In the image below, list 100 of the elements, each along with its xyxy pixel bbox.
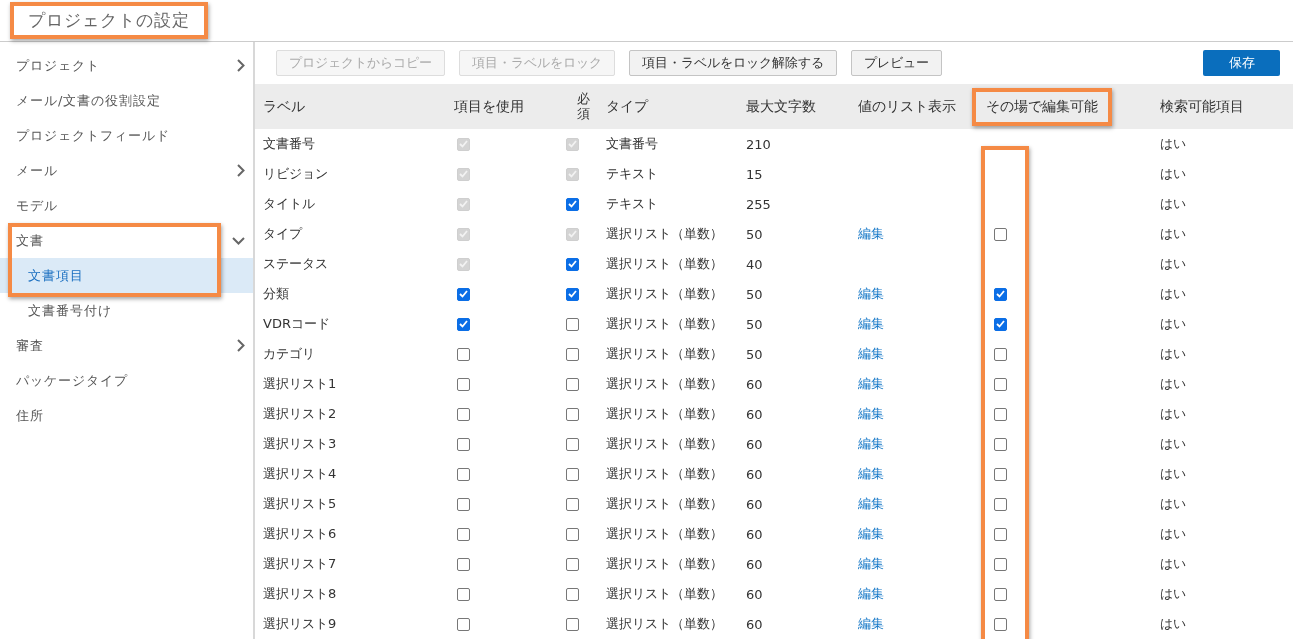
chevron-down-icon[interactable] bbox=[232, 236, 245, 245]
edit-link[interactable]: 編集 bbox=[858, 226, 884, 241]
checkbox[interactable] bbox=[566, 317, 579, 331]
edit-link[interactable]: 編集 bbox=[858, 346, 884, 361]
table-cell: ステータス bbox=[263, 255, 328, 273]
edit-link[interactable]: 編集 bbox=[858, 556, 884, 571]
checkbox[interactable] bbox=[457, 497, 470, 511]
table-cell: 選択リスト（単数） bbox=[606, 315, 723, 333]
checkbox[interactable] bbox=[994, 377, 1007, 391]
table-cell: 選択リスト（単数） bbox=[606, 615, 723, 633]
checkbox[interactable] bbox=[457, 287, 470, 301]
edit-link[interactable]: 編集 bbox=[858, 436, 884, 451]
table-cell: 選択リスト1 bbox=[263, 375, 337, 393]
edit-link[interactable]: 編集 bbox=[858, 586, 884, 601]
checkbox[interactable] bbox=[566, 497, 579, 511]
sidebar-item[interactable]: 審査 bbox=[0, 328, 253, 363]
column-header: 検索可能項目 bbox=[1160, 97, 1244, 116]
checkbox[interactable] bbox=[566, 557, 579, 571]
table-cell: リビジョン bbox=[263, 165, 328, 183]
checkbox[interactable] bbox=[994, 227, 1007, 241]
sidebar-item[interactable]: モデル bbox=[0, 188, 253, 223]
edit-link[interactable]: 編集 bbox=[858, 526, 884, 541]
checkbox[interactable] bbox=[994, 287, 1007, 301]
checkbox[interactable] bbox=[457, 527, 470, 541]
checkbox[interactable] bbox=[994, 617, 1007, 631]
checkbox[interactable] bbox=[457, 317, 470, 331]
checkbox[interactable] bbox=[566, 527, 579, 541]
table-cell: 選択リスト3 bbox=[263, 435, 337, 453]
checkbox[interactable] bbox=[566, 287, 579, 301]
table-cell: 50 bbox=[746, 286, 763, 302]
sidebar-item-label: 審査 bbox=[16, 336, 44, 355]
sidebar-item[interactable]: メール bbox=[0, 153, 253, 188]
checkbox[interactable] bbox=[566, 587, 579, 601]
sidebar-subitem[interactable]: 文書項目 bbox=[0, 258, 253, 293]
sidebar-item[interactable]: パッケージタイプ bbox=[0, 363, 253, 398]
checkbox[interactable] bbox=[994, 347, 1007, 361]
table-cell: 選択リスト9 bbox=[263, 615, 337, 633]
checkbox[interactable] bbox=[994, 497, 1007, 511]
table-cell: テキスト bbox=[606, 165, 658, 183]
table-cell: 選択リスト2 bbox=[263, 405, 337, 423]
checkbox[interactable] bbox=[994, 587, 1007, 601]
checkbox[interactable] bbox=[457, 437, 470, 451]
checkbox[interactable] bbox=[994, 407, 1007, 421]
checkbox[interactable] bbox=[994, 317, 1007, 331]
chevron-right-icon[interactable] bbox=[237, 339, 245, 352]
checkbox[interactable] bbox=[457, 377, 470, 391]
sidebar-item[interactable]: プロジェクト bbox=[0, 48, 253, 83]
table-cell: はい bbox=[1160, 345, 1186, 363]
checkbox[interactable] bbox=[457, 557, 470, 571]
chevron-right-icon[interactable] bbox=[237, 59, 245, 72]
column-header: 項目を使用 bbox=[454, 97, 524, 116]
checkbox[interactable] bbox=[457, 617, 470, 631]
sidebar-item-label: プロジェクト bbox=[16, 56, 100, 75]
table-cell: はい bbox=[1160, 615, 1186, 633]
toolbar-button[interactable]: 項目・ラベルをロック解除する bbox=[629, 50, 837, 76]
table-cell: はい bbox=[1160, 315, 1186, 333]
checkbox[interactable] bbox=[457, 407, 470, 421]
sidebar-item-label: 住所 bbox=[16, 406, 44, 425]
checkbox[interactable] bbox=[566, 437, 579, 451]
checkbox[interactable] bbox=[994, 467, 1007, 481]
checkbox[interactable] bbox=[566, 377, 579, 391]
sidebar-item[interactable]: メール/文書の役割設定 bbox=[0, 83, 253, 118]
edit-link[interactable]: 編集 bbox=[858, 316, 884, 331]
sidebar-subitem[interactable]: 文書番号付け bbox=[0, 293, 253, 328]
table-cell: はい bbox=[1160, 435, 1186, 453]
edit-link[interactable]: 編集 bbox=[858, 376, 884, 391]
edit-link[interactable]: 編集 bbox=[858, 616, 884, 631]
table-cell: 文書番号 bbox=[606, 135, 658, 153]
checkbox[interactable] bbox=[994, 437, 1007, 451]
table-cell: はい bbox=[1160, 195, 1186, 213]
checkbox[interactable] bbox=[457, 467, 470, 481]
sidebar-item[interactable]: プロジェクトフィールド bbox=[0, 118, 253, 153]
edit-link[interactable]: 編集 bbox=[858, 286, 884, 301]
checkbox[interactable] bbox=[994, 557, 1007, 571]
table-cell: 60 bbox=[746, 586, 763, 602]
table-cell: 選択リスト（単数） bbox=[606, 285, 723, 303]
table-cell: タイトル bbox=[263, 195, 315, 213]
table-cell: 分類 bbox=[263, 285, 289, 303]
sidebar-item-label: プロジェクトフィールド bbox=[16, 126, 170, 145]
checkbox[interactable] bbox=[566, 407, 579, 421]
toolbar-button[interactable]: プレビュー bbox=[851, 50, 942, 76]
table-cell: はい bbox=[1160, 225, 1186, 243]
sidebar-item[interactable]: 文書 bbox=[0, 223, 253, 258]
checkbox[interactable] bbox=[457, 347, 470, 361]
checkbox[interactable] bbox=[566, 197, 579, 211]
checkbox[interactable] bbox=[566, 257, 579, 271]
edit-link[interactable]: 編集 bbox=[858, 496, 884, 511]
table-cell: 選択リスト（単数） bbox=[606, 465, 723, 483]
checkbox[interactable] bbox=[566, 617, 579, 631]
chevron-right-icon[interactable] bbox=[237, 164, 245, 177]
checkbox[interactable] bbox=[566, 467, 579, 481]
table-cell: 選択リスト4 bbox=[263, 465, 337, 483]
table-cell: 選択リスト（単数） bbox=[606, 225, 723, 243]
save-button[interactable]: 保存 bbox=[1203, 50, 1280, 76]
checkbox[interactable] bbox=[994, 527, 1007, 541]
sidebar-item[interactable]: 住所 bbox=[0, 398, 253, 433]
checkbox[interactable] bbox=[566, 347, 579, 361]
checkbox[interactable] bbox=[457, 587, 470, 601]
edit-link[interactable]: 編集 bbox=[858, 406, 884, 421]
edit-link[interactable]: 編集 bbox=[858, 466, 884, 481]
